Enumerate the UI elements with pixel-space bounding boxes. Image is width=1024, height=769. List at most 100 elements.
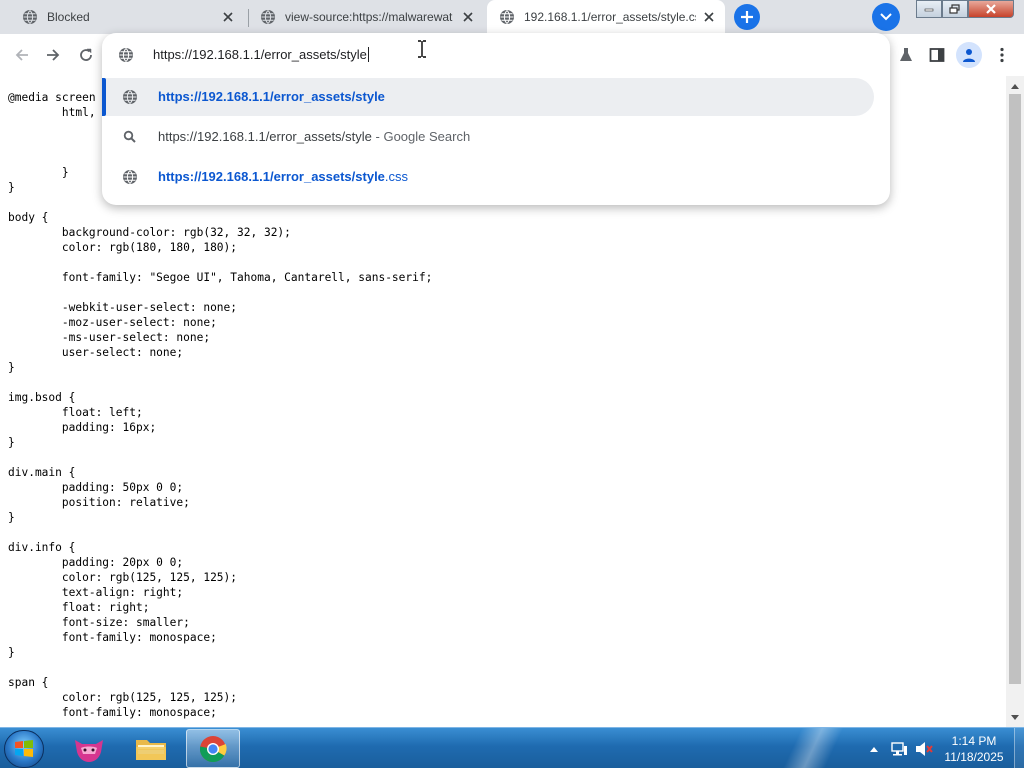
- labs-button[interactable]: [893, 42, 919, 68]
- vertical-scrollbar[interactable]: [1006, 76, 1024, 727]
- scroll-up-arrow-icon[interactable]: [1010, 81, 1020, 91]
- globe-icon: [119, 48, 133, 62]
- tab-title: Blocked: [47, 10, 90, 24]
- cat-app-icon: [75, 739, 103, 762]
- source-line: font-family: "Segoe UI", Tahoma, Cantare…: [8, 271, 433, 284]
- source-line: font-family: monospace;: [8, 706, 217, 719]
- source-line: }: [8, 646, 15, 659]
- suggestion-text: https://192.168.1.1/error_assets/style -…: [158, 129, 470, 144]
- globe-icon: [23, 10, 37, 24]
- windows-taskbar: 1:14 PM 11/18/2025: [0, 727, 1024, 769]
- source-line: user-select: none;: [8, 346, 184, 359]
- taskbar-file-explorer[interactable]: [124, 729, 178, 768]
- tab-strip: Blocked view-source:https://malwarewat 1…: [0, 0, 1024, 34]
- address-input[interactable]: https://192.168.1.1/error_assets/style: [153, 47, 369, 62]
- tab-separator: [248, 9, 249, 27]
- chevron-up-icon: [870, 747, 878, 752]
- source-line: float: left;: [8, 406, 143, 419]
- clock-time: 1:14 PM: [951, 734, 997, 748]
- tab-style-css[interactable]: 192.168.1.1/error_assets/style.css: [487, 0, 725, 34]
- source-line: body {: [8, 211, 49, 224]
- source-line: padding: 16px;: [8, 421, 157, 434]
- globe-icon: [261, 10, 275, 24]
- chrome-icon: [199, 735, 227, 762]
- suggestion-query: https://192.168.1.1/error_assets/style: [158, 129, 372, 144]
- window-controls: [916, 0, 1020, 18]
- close-window-button[interactable]: [968, 0, 1014, 18]
- globe-icon: [123, 170, 137, 184]
- suggestion-url: https://192.168.1.1/error_assets/style: [158, 89, 385, 104]
- taskbar-clock[interactable]: 1:14 PM 11/18/2025: [936, 733, 1012, 765]
- text-cursor-icon: [418, 40, 426, 58]
- source-line: span {: [8, 676, 49, 689]
- source-line: [8, 285, 432, 300]
- text-caret: [367, 47, 369, 62]
- start-button[interactable]: [4, 730, 44, 768]
- restore-icon: [949, 4, 960, 14]
- tab-search-button[interactable]: [872, 3, 900, 31]
- globe-icon: [123, 90, 137, 104]
- tray-overflow-button[interactable]: [866, 734, 882, 764]
- tab-blocked[interactable]: Blocked: [8, 0, 244, 34]
- close-icon: [986, 4, 996, 14]
- suggestion-item[interactable]: https://192.168.1.1/error_assets/style.c…: [102, 158, 874, 196]
- source-line: color: rgb(125, 125, 125);: [8, 691, 238, 704]
- source-line: [8, 450, 432, 465]
- maximize-button[interactable]: [942, 0, 968, 18]
- close-icon[interactable]: [701, 9, 717, 25]
- source-line: -moz-user-select: none;: [8, 316, 217, 329]
- show-desktop-button[interactable]: [1014, 728, 1024, 769]
- source-line: position: relative;: [8, 496, 190, 509]
- suggestion-text: https://192.168.1.1/error_assets/style.c…: [158, 169, 408, 184]
- taskbar-app-cat[interactable]: [62, 729, 116, 768]
- scroll-down-arrow-icon[interactable]: [1010, 713, 1020, 723]
- source-line: padding: 20px 0 0;: [8, 556, 184, 569]
- side-panel-button[interactable]: [924, 42, 950, 68]
- folder-icon: [136, 739, 166, 760]
- scrollbar-thumb[interactable]: [1009, 94, 1021, 684]
- source-line: img.bsod {: [8, 391, 76, 404]
- clock-date: 11/18/2025: [944, 750, 1004, 764]
- profile-avatar[interactable]: [956, 42, 982, 68]
- tray-volume[interactable]: [913, 734, 935, 764]
- globe-icon: [500, 10, 514, 24]
- forward-button[interactable]: [41, 43, 65, 67]
- taskbar-glare: [760, 728, 880, 769]
- suggestion-text: https://192.168.1.1/error_assets/style: [158, 89, 385, 104]
- close-icon[interactable]: [220, 9, 236, 25]
- arrow-left-icon: [15, 49, 28, 61]
- suggestion-suffix: .css: [384, 169, 409, 184]
- source-line: font-size: smaller;: [8, 616, 190, 629]
- windows-logo-icon: [15, 740, 33, 757]
- reload-icon: [80, 48, 92, 61]
- menu-button[interactable]: [989, 42, 1015, 68]
- source-line: div.info {: [8, 541, 76, 554]
- minimize-button[interactable]: [916, 0, 942, 18]
- source-line: }: [8, 511, 15, 524]
- address-bar[interactable]: https://192.168.1.1/error_assets/style: [102, 33, 890, 77]
- speaker-muted-icon: [916, 742, 933, 756]
- source-line: -webkit-user-select: none;: [8, 301, 238, 314]
- taskbar-chrome[interactable]: [186, 729, 240, 768]
- network-icon: [891, 742, 907, 756]
- kebab-menu-icon: [1000, 47, 1004, 63]
- back-button[interactable]: [10, 43, 34, 67]
- new-tab-button[interactable]: [732, 3, 762, 31]
- selection-indicator: [102, 78, 106, 116]
- tab-view-source[interactable]: view-source:https://malwarewat: [250, 0, 484, 34]
- source-line: color: rgb(125, 125, 125);: [8, 571, 238, 584]
- suggestion-item[interactable]: https://192.168.1.1/error_assets/style -…: [102, 118, 874, 156]
- close-icon[interactable]: [460, 9, 476, 25]
- flask-icon: [900, 48, 912, 61]
- tab-title: view-source:https://malwarewat: [285, 10, 453, 24]
- source-line: [8, 660, 432, 675]
- source-line: -ms-user-select: none;: [8, 331, 211, 344]
- suggestion-item[interactable]: https://192.168.1.1/error_assets/style: [102, 78, 874, 116]
- tray-network[interactable]: [888, 734, 910, 764]
- chevron-down-icon: [880, 13, 892, 21]
- source-line: padding: 50px 0 0;: [8, 481, 184, 494]
- source-line: }: [8, 361, 15, 374]
- omnibox-dropdown: https://192.168.1.1/error_assets/style h…: [102, 33, 890, 205]
- search-icon: [123, 130, 136, 143]
- reload-button[interactable]: [74, 43, 98, 67]
